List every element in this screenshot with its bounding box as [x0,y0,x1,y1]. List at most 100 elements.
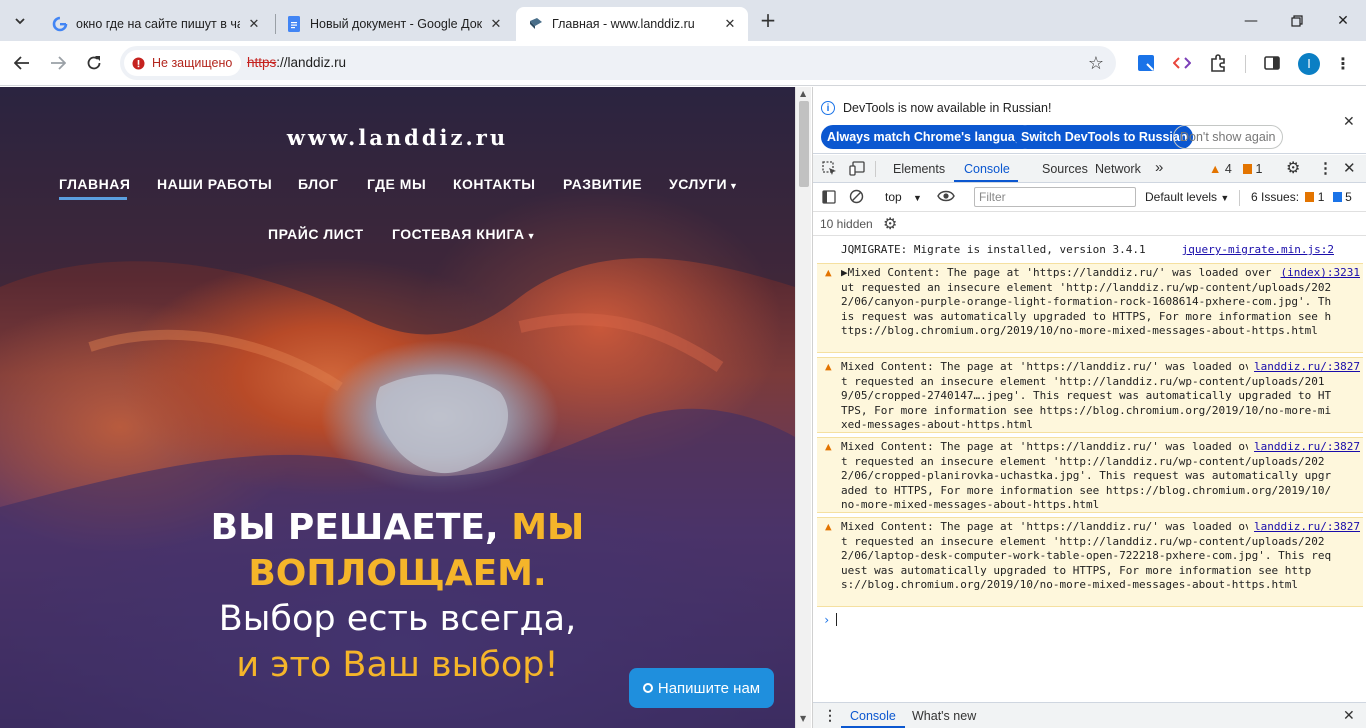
infobar-text: DevTools is now available in Russian! [843,101,1052,115]
more-tabs-icon[interactable]: » [1155,159,1163,176]
warning-source-link[interactable]: landdiz.ru/:3827 [1248,440,1360,455]
inspect-element-icon[interactable] [822,161,837,181]
gear-icon[interactable]: ⚙ [883,214,897,234]
match-language-button[interactable]: Always match Chrome's language [821,125,1036,149]
toolbar-divider [1245,55,1246,73]
nav-item-guestbook[interactable]: ГОСТЕВАЯ КНИГА ▼ [392,226,536,242]
nav-label: ГОСТЕВАЯ КНИГА [392,226,525,242]
side-panel-icon[interactable] [1260,51,1284,75]
tab-sources[interactable]: Sources [1042,162,1088,176]
issues-counter[interactable]: 1 [1243,162,1262,176]
log-source-link[interactable]: jquery-migrate.min.js:2 [1182,243,1334,258]
hero-headline-line2: ВОПЛОЩАЕМ. [248,553,547,594]
nav-item-home[interactable]: ГЛАВНАЯ [59,176,130,192]
tab-console[interactable]: Console [964,162,1010,176]
warnings-counter[interactable]: ▲ 4 [1209,162,1232,176]
browser-tab[interactable]: окно где на сайте пишут в чат ✕ [40,7,272,41]
browser-tab[interactable]: Новый документ - Google Док ✕ [274,7,514,41]
tab-elements[interactable]: Elements [893,162,945,176]
warning-source-link[interactable]: landdiz.ru/:3827 [1248,360,1360,375]
minimize-button[interactable]: — [1228,0,1274,41]
chat-icon [642,683,653,693]
warning-source-link[interactable]: (index):3231 [1274,266,1360,281]
eye-icon[interactable] [937,189,955,208]
address-bar[interactable]: Не защищено https://landdiz.ru ☆ [120,46,1116,80]
active-tab-underline [954,180,1018,182]
url-text[interactable]: https://landdiz.ru [247,55,346,70]
nav-item-services[interactable]: УСЛУГИ ▼ [669,176,738,192]
tab-title: Главная - www.landdiz.ru [552,17,695,31]
console-prompt[interactable]: › [823,613,1353,631]
nav-item-where[interactable]: ГДЕ МЫ [367,176,426,192]
arrow-left-icon [14,56,29,70]
info-icon: i [821,101,835,115]
nav-item-blog[interactable]: БЛОГ [298,176,338,192]
gear-icon[interactable]: ⚙ [1286,158,1300,178]
scrollbar-thumb[interactable] [799,101,809,187]
kebab-menu-icon[interactable]: ⋮ [1331,51,1355,75]
sidebar-toggle-icon[interactable] [822,190,836,209]
scroll-down-arrow[interactable]: ▼ [800,714,806,723]
text-cursor [836,613,838,626]
dropdown-arrow-icon: ▼ [1220,193,1230,203]
web-page: www.landdiz.ru ГЛАВНАЯ НАШИ РАБОТЫ БЛОГ … [0,87,795,728]
bookmark-star-icon[interactable]: ☆ [1084,51,1108,75]
arrow-right-icon [51,56,66,70]
back-button[interactable] [8,49,36,77]
nav-item-prices[interactable]: ПРАЙС ЛИСТ [268,226,364,242]
page-scrollbar[interactable]: ▲ ▼ [795,87,811,728]
kebab-menu-icon[interactable]: ⋮ [823,707,837,724]
avatar[interactable]: I [1298,53,1320,75]
nav-active-underline [59,197,127,200]
close-drawer-icon[interactable]: ✕ [1343,707,1355,724]
devtools-tabbar: Elements Console Sources Network » ▲ 4 1… [813,155,1366,183]
restore-icon [1291,14,1303,27]
tab-network[interactable]: Network [1095,162,1141,176]
nav-item-works[interactable]: НАШИ РАБОТЫ [157,176,272,192]
chat-button-label: Напишите нам [657,679,761,697]
close-icon[interactable]: ✕ [1343,113,1355,130]
close-devtools-icon[interactable]: ✕ [1343,159,1356,177]
drawer-tab-console[interactable]: Console [850,709,896,723]
restore-button[interactable] [1274,0,1320,41]
close-icon[interactable]: ✕ [488,16,504,32]
close-window-button[interactable]: ✕ [1320,0,1366,41]
switch-russian-button[interactable]: Switch DevTools to Russian [1015,125,1194,149]
nav-item-development[interactable]: РАЗВИТИЕ [563,176,642,192]
site-title[interactable]: www.landdiz.ru [0,125,795,150]
scroll-up-arrow[interactable]: ▲ [800,89,806,98]
issues-button[interactable]: 6 Issues: 1 5 [1251,190,1352,204]
drawer-tab-whats-new[interactable]: What's new [912,709,976,723]
new-tab-button[interactable]: + [756,8,780,32]
kebab-menu-icon[interactable]: ⋮ [1318,159,1333,177]
devtools-drawer: ⋮ Console What's new ✕ [813,702,1366,728]
warnings-count: 4 [1224,162,1232,176]
chat-button[interactable]: Напишите нам [629,668,774,708]
security-chip[interactable]: Не защищено [124,50,242,76]
tab-title: окно где на сайте пишут в чат [76,17,240,31]
device-toolbar-icon[interactable] [849,161,865,181]
hero-subtitle-line1: Выбор есть всегда, [218,599,577,639]
hidden-count: 10 hidden [820,217,873,231]
extension-icon[interactable] [1134,51,1158,75]
site-icon [528,16,544,32]
url-protocol: https [247,55,277,70]
close-icon[interactable]: ✕ [722,16,738,32]
puzzle-icon[interactable] [1206,51,1230,75]
reload-button[interactable] [80,49,108,77]
log-levels-dropdown[interactable]: Default levels ▼ [1145,190,1229,204]
browser-tab-active[interactable]: Главная - www.landdiz.ru ✕ [516,7,748,41]
close-icon[interactable]: ✕ [246,16,262,32]
context-selector[interactable]: top ▼ [885,190,922,204]
filter-input[interactable]: Filter [974,187,1136,207]
clear-console-icon[interactable] [849,189,864,209]
warning-source-link[interactable]: landdiz.ru/:3827 [1248,520,1360,535]
console-warning: ▲ Mixed Content: The page at 'https://la… [817,517,1363,607]
forward-button[interactable] [44,49,72,77]
tab-search-button[interactable] [8,9,32,33]
dont-show-button[interactable]: Don't show again [1173,125,1283,149]
nav-item-contacts[interactable]: КОНТАКТЫ [453,176,535,192]
code-extension-icon[interactable] [1170,51,1194,75]
toolbar-divider [1239,190,1240,206]
issues-info-count: 5 [1345,190,1352,204]
